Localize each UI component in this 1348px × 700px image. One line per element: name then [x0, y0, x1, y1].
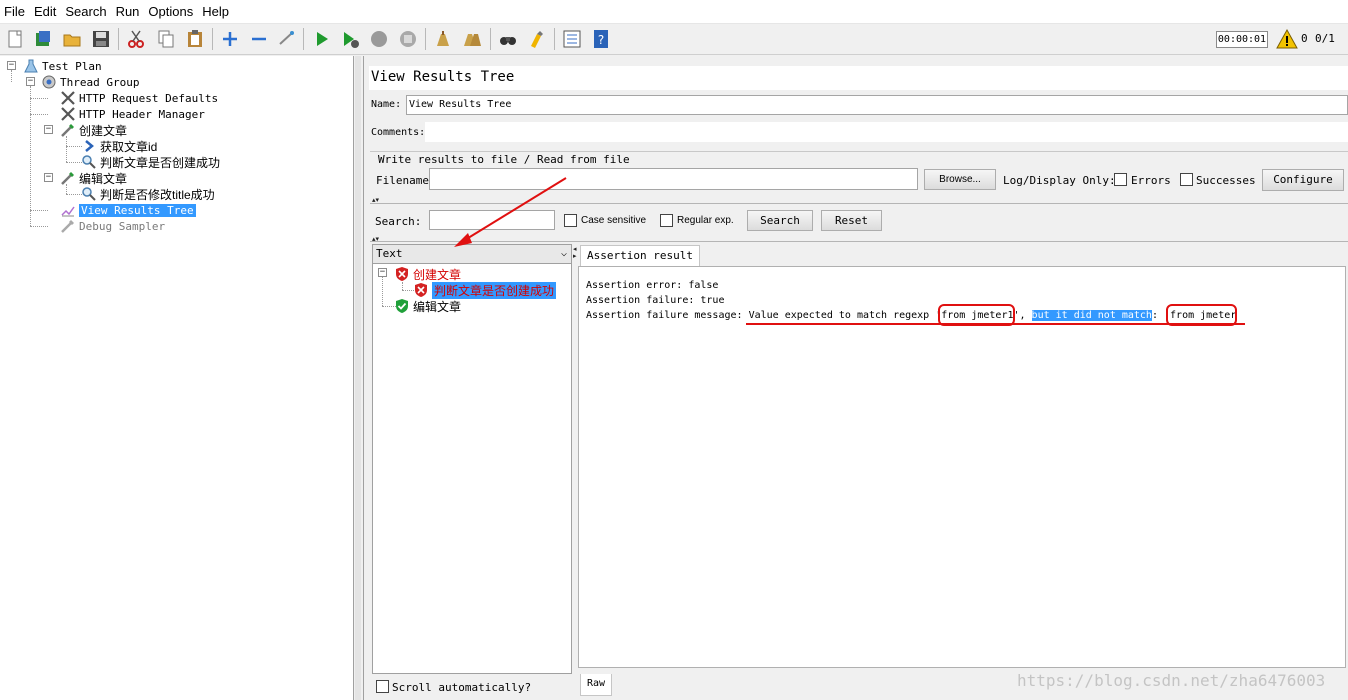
help-icon[interactable]: ? [590, 28, 612, 50]
tree-thread-group[interactable]: Thread Group [40, 74, 139, 90]
start-icon[interactable] [311, 28, 333, 50]
menu-run[interactable]: Run [116, 4, 140, 19]
clear-icon[interactable] [432, 28, 454, 50]
errors-checkbox[interactable] [1114, 173, 1127, 186]
scroll-auto-checkbox[interactable] [376, 680, 389, 693]
test-plan-icon [22, 58, 40, 74]
open-icon[interactable] [61, 28, 83, 50]
tree-test-plan[interactable]: Test Plan [22, 58, 102, 74]
function-helper-icon[interactable] [561, 28, 583, 50]
shutdown-icon[interactable] [397, 28, 419, 50]
error-shield-icon [393, 266, 411, 282]
tab-assertion-result[interactable]: Assertion result [580, 245, 700, 266]
tree-view-results-tree[interactable]: View Results Tree [59, 202, 196, 218]
elapsed-timer: 00:00:01 [1216, 31, 1268, 48]
tree-debug-sampler[interactable]: Debug Sampler [59, 218, 165, 234]
annotation-arrow-icon [454, 177, 567, 247]
configure-button[interactable]: Configure [1262, 169, 1344, 191]
warning-icon[interactable] [1276, 28, 1298, 50]
assertion-magnifier-icon [80, 186, 98, 202]
collapse-icon[interactable] [248, 28, 270, 50]
menu-bar: File Edit Search Run Options Help [0, 0, 1348, 24]
filename-label: Filename [376, 174, 429, 187]
assertion-magnifier-icon [80, 154, 98, 170]
test-plan-tree: − − − − Test Plan Thread Group HTTP Requ… [0, 56, 354, 700]
tree-assertion-title-modified[interactable]: 判断是否修改title成功 [80, 186, 215, 202]
search-button[interactable]: Search [747, 210, 813, 231]
sampler-pipette-icon [59, 122, 77, 138]
errors-label: Errors [1131, 174, 1171, 187]
reset-search-icon[interactable] [526, 28, 548, 50]
warning-count: 0 [1301, 32, 1308, 45]
annotation-underline [746, 323, 1245, 325]
tree-http-header-manager[interactable]: HTTP Header Manager [59, 106, 205, 122]
extractor-arrow-icon [80, 138, 98, 154]
toolbar: ? [0, 24, 1348, 55]
comments-label: Comments: [371, 127, 426, 138]
case-sensitive-label: Case sensitive [581, 215, 647, 226]
sampler-pipette-icon [59, 218, 77, 234]
sampler-pipette-icon [59, 170, 77, 186]
menu-edit[interactable]: Edit [34, 4, 56, 19]
split-arrows[interactable]: ◂ ▸ [573, 246, 577, 260]
config-wrench-icon [59, 106, 77, 122]
thread-group-gear-icon [40, 74, 58, 90]
menu-file[interactable]: File [4, 4, 25, 19]
search-label: Search: [375, 215, 422, 228]
expand-icon[interactable] [219, 28, 241, 50]
scroll-auto-row: Scroll automatically? [372, 676, 572, 698]
menu-search[interactable]: Search [65, 4, 106, 19]
tree-sampler-edit-article[interactable]: 编辑文章 [59, 170, 127, 186]
tree-assertion-create-success[interactable]: 判断文章是否创建成功 [80, 154, 220, 170]
assertion-error-line: Assertion error: false [586, 280, 719, 291]
results-tree: − [372, 264, 572, 674]
assertion-failure-line: Assertion failure: true [586, 295, 725, 306]
result-create-article[interactable]: 创建文章 [393, 266, 461, 282]
templates-icon[interactable] [32, 28, 54, 50]
tab-raw[interactable]: Raw [580, 674, 613, 696]
log-display-label: Log/Display Only: [1003, 174, 1116, 187]
search-icon[interactable] [497, 28, 519, 50]
copy-icon[interactable] [155, 28, 177, 50]
paste-icon[interactable] [184, 28, 206, 50]
stop-icon[interactable] [368, 28, 390, 50]
comments-input[interactable] [425, 122, 1348, 142]
result-assertion-create-success[interactable]: 判断文章是否创建成功 [412, 281, 557, 299]
detail-tabs: Assertion result [578, 244, 1348, 266]
reset-button[interactable]: Reset [821, 210, 882, 231]
clear-all-icon[interactable] [461, 28, 483, 50]
result-edit-article[interactable]: 编辑文章 [393, 298, 461, 314]
svg-text:?: ? [598, 33, 604, 47]
save-icon[interactable] [90, 28, 112, 50]
regular-exp-label: Regular exp. [677, 215, 734, 226]
name-label: Name: [371, 99, 402, 110]
menu-options[interactable]: Options [148, 4, 193, 19]
start-no-pauses-icon[interactable] [339, 28, 361, 50]
tree-http-request-defaults[interactable]: HTTP Request Defaults [59, 90, 218, 106]
cut-icon[interactable] [125, 28, 147, 50]
new-icon[interactable] [4, 28, 26, 50]
assertion-message-line: Assertion failure message: Value expecte… [586, 310, 1237, 321]
successes-checkbox[interactable] [1180, 173, 1193, 186]
assertion-result-text [578, 266, 1346, 668]
toggle-icon[interactable] [276, 28, 298, 50]
successes-label: Successes [1196, 174, 1256, 187]
browse-button[interactable]: Browse... [924, 169, 996, 190]
panel-title: View Results Tree [369, 66, 1348, 90]
pane-splitter[interactable] [355, 56, 361, 700]
success-shield-icon [393, 298, 411, 314]
name-input[interactable]: View Results Tree [406, 95, 1348, 115]
listener-chart-icon [59, 202, 77, 218]
tree-sampler-create-article[interactable]: 创建文章 [59, 122, 127, 138]
active-threads: 0/1 [1315, 32, 1335, 45]
regular-exp-checkbox[interactable] [660, 214, 673, 227]
menu-help[interactable]: Help [202, 4, 229, 19]
config-wrench-icon [59, 90, 77, 106]
error-shield-icon [412, 282, 430, 298]
scroll-auto-label: Scroll automatically? [392, 681, 532, 694]
tree-extractor-get-article-id[interactable]: 获取文章id [80, 138, 157, 154]
write-results-title: Write results to file / Read from file [378, 153, 630, 166]
watermark: https://blog.csdn.net/zha6476003 [1017, 671, 1326, 690]
